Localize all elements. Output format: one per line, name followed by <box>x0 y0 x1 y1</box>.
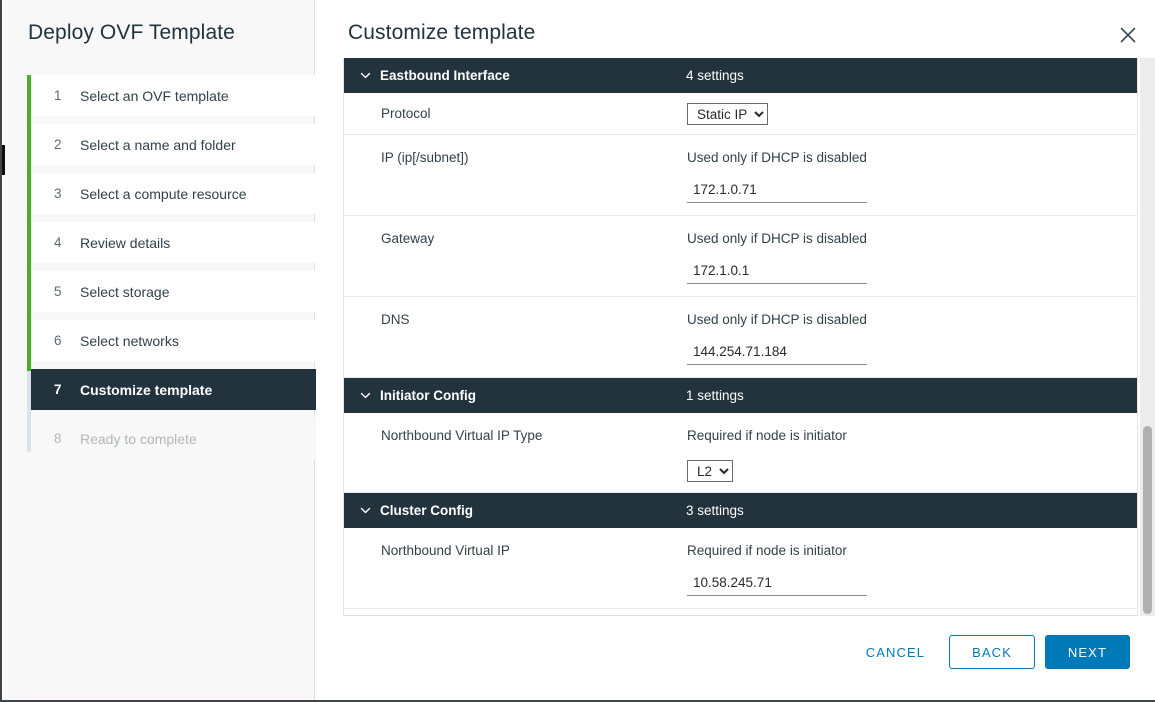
settings-row: Northbound Virtual IP Required if node is… <box>344 528 1137 609</box>
page-title: Customize template <box>348 21 536 44</box>
wizard-step-8: 8 Ready to complete <box>31 418 317 459</box>
field-label: DNS <box>381 312 410 327</box>
footer-button-row: CANCEL BACK NEXT <box>850 635 1130 669</box>
section-header[interactable]: Initiator Config 1 settings <box>344 378 1137 413</box>
close-icon[interactable] <box>1115 22 1141 48</box>
wizard-step-label: Select a name and folder <box>80 136 236 153</box>
dialog-title: Deploy OVF Template <box>28 21 235 44</box>
settings-table: Eastbound Interface 4 settings Protocol Sta… <box>343 58 1138 616</box>
chevron-down-icon <box>360 70 371 81</box>
text-field[interactable] <box>687 344 867 365</box>
background-window-sliver <box>2 145 5 175</box>
settings-row: Protocol Static IPDHCP <box>344 93 1137 135</box>
wizard-step-number: 5 <box>54 284 62 299</box>
field-value: Required if node is initiator L2L3 <box>686 413 1137 492</box>
content-header: Customize template <box>316 0 1155 56</box>
field-value: Used only if DHCP is disabled <box>686 216 1137 296</box>
section-title: Eastbound Interface <box>380 68 510 83</box>
text-field[interactable] <box>687 182 867 203</box>
select-field[interactable]: L2L3 <box>687 460 733 482</box>
wizard-step-label: Select a compute resource <box>80 185 247 202</box>
settings-row: Gateway Used only if DHCP is disabled <box>344 216 1137 297</box>
wizard-step-number: 6 <box>54 333 62 348</box>
field-value: Used only if DHCP is disabled <box>686 297 1137 377</box>
wizard-step-4[interactable]: 4 Review details <box>31 222 317 263</box>
wizard-step-number: 7 <box>54 382 62 397</box>
field-value: Required if node is initiator <box>686 528 1137 608</box>
settings-row: Supercluster Cluster Roleworkermasterarb… <box>344 609 1137 615</box>
section-settings-count: 4 settings <box>686 68 744 83</box>
back-button[interactable]: BACK <box>949 635 1035 669</box>
field-label: Northbound Virtual IP <box>381 543 510 558</box>
wizard-step-5[interactable]: 5 Select storage <box>31 271 317 312</box>
text-field[interactable] <box>687 575 867 596</box>
wizard-step-label: Review details <box>80 234 171 251</box>
customize-template-form: Eastbound Interface 4 settings Protocol Sta… <box>343 58 1155 616</box>
field-label: Northbound Virtual IP Type <box>381 428 543 443</box>
deploy-ovf-template-dialog: Deploy OVF Template 1 Select an OVF templ… <box>0 0 1155 702</box>
wizard-step-number: 1 <box>54 88 62 103</box>
field-label: IP (ip[/subnet]) <box>381 150 469 165</box>
settings-row: Northbound Virtual IP Type Required if no… <box>344 413 1137 493</box>
content-pane: Customize template Eastbound Interface 4 … <box>316 0 1155 700</box>
field-hint: Used only if DHCP is disabled <box>687 231 867 246</box>
wizard-step-2[interactable]: 2 Select a name and folder <box>31 124 317 165</box>
wizard-step-label: Select networks <box>80 332 179 349</box>
field-label: Protocol <box>381 106 431 121</box>
field-value: Static IPDHCP <box>686 102 1137 125</box>
section-settings-count: 3 settings <box>686 503 744 518</box>
field-hint: Required if node is initiator <box>687 543 847 558</box>
settings-row: IP (ip[/subnet]) Used only if DHCP is dis… <box>344 135 1137 216</box>
form-scrollbar-thumb[interactable] <box>1143 426 1152 614</box>
wizard-step-number: 2 <box>54 137 62 152</box>
section-header[interactable]: Cluster Config 3 settings <box>344 493 1137 528</box>
field-value: Used only if DHCP is disabled <box>686 135 1137 215</box>
wizard-step-6[interactable]: 6 Select networks <box>31 320 317 361</box>
wizard-step-list: 1 Select an OVF template 2 Select a name an… <box>27 75 317 467</box>
chevron-down-icon <box>360 390 371 401</box>
select-field[interactable]: Static IPDHCP <box>687 102 768 125</box>
wizard-step-label: Select an OVF template <box>80 87 229 104</box>
wizard-step-3[interactable]: 3 Select a compute resource <box>31 173 317 214</box>
field-hint: Used only if DHCP is disabled <box>687 312 867 327</box>
settings-row: DNS Used only if DHCP is disabled <box>344 297 1137 378</box>
section-title: Cluster Config <box>380 503 473 518</box>
dialog-footer: CANCEL BACK NEXT <box>316 616 1155 700</box>
section-settings-count: 1 settings <box>686 388 744 403</box>
chevron-down-icon <box>360 505 371 516</box>
section-header[interactable]: Eastbound Interface 4 settings <box>344 58 1137 93</box>
form-scrollbar[interactable] <box>1140 58 1155 616</box>
section-title: Initiator Config <box>380 388 476 403</box>
wizard-sidebar: Deploy OVF Template 1 Select an OVF templ… <box>4 0 317 700</box>
wizard-step-7[interactable]: 7 Customize template <box>31 369 317 410</box>
wizard-step-number: 3 <box>54 186 62 201</box>
field-hint: Used only if DHCP is disabled <box>687 150 867 165</box>
wizard-step-number: 8 <box>54 431 62 446</box>
wizard-step-label: Select storage <box>80 283 170 300</box>
wizard-step-1[interactable]: 1 Select an OVF template <box>31 75 317 116</box>
wizard-step-label: Customize template <box>80 381 213 398</box>
text-field[interactable] <box>687 263 867 284</box>
field-hint: Required if node is initiator <box>687 428 847 443</box>
field-label: Gateway <box>381 231 435 246</box>
wizard-step-number: 4 <box>54 235 62 250</box>
next-button[interactable]: NEXT <box>1044 635 1130 669</box>
cancel-button[interactable]: CANCEL <box>850 635 941 669</box>
wizard-step-label: Ready to complete <box>80 430 197 447</box>
